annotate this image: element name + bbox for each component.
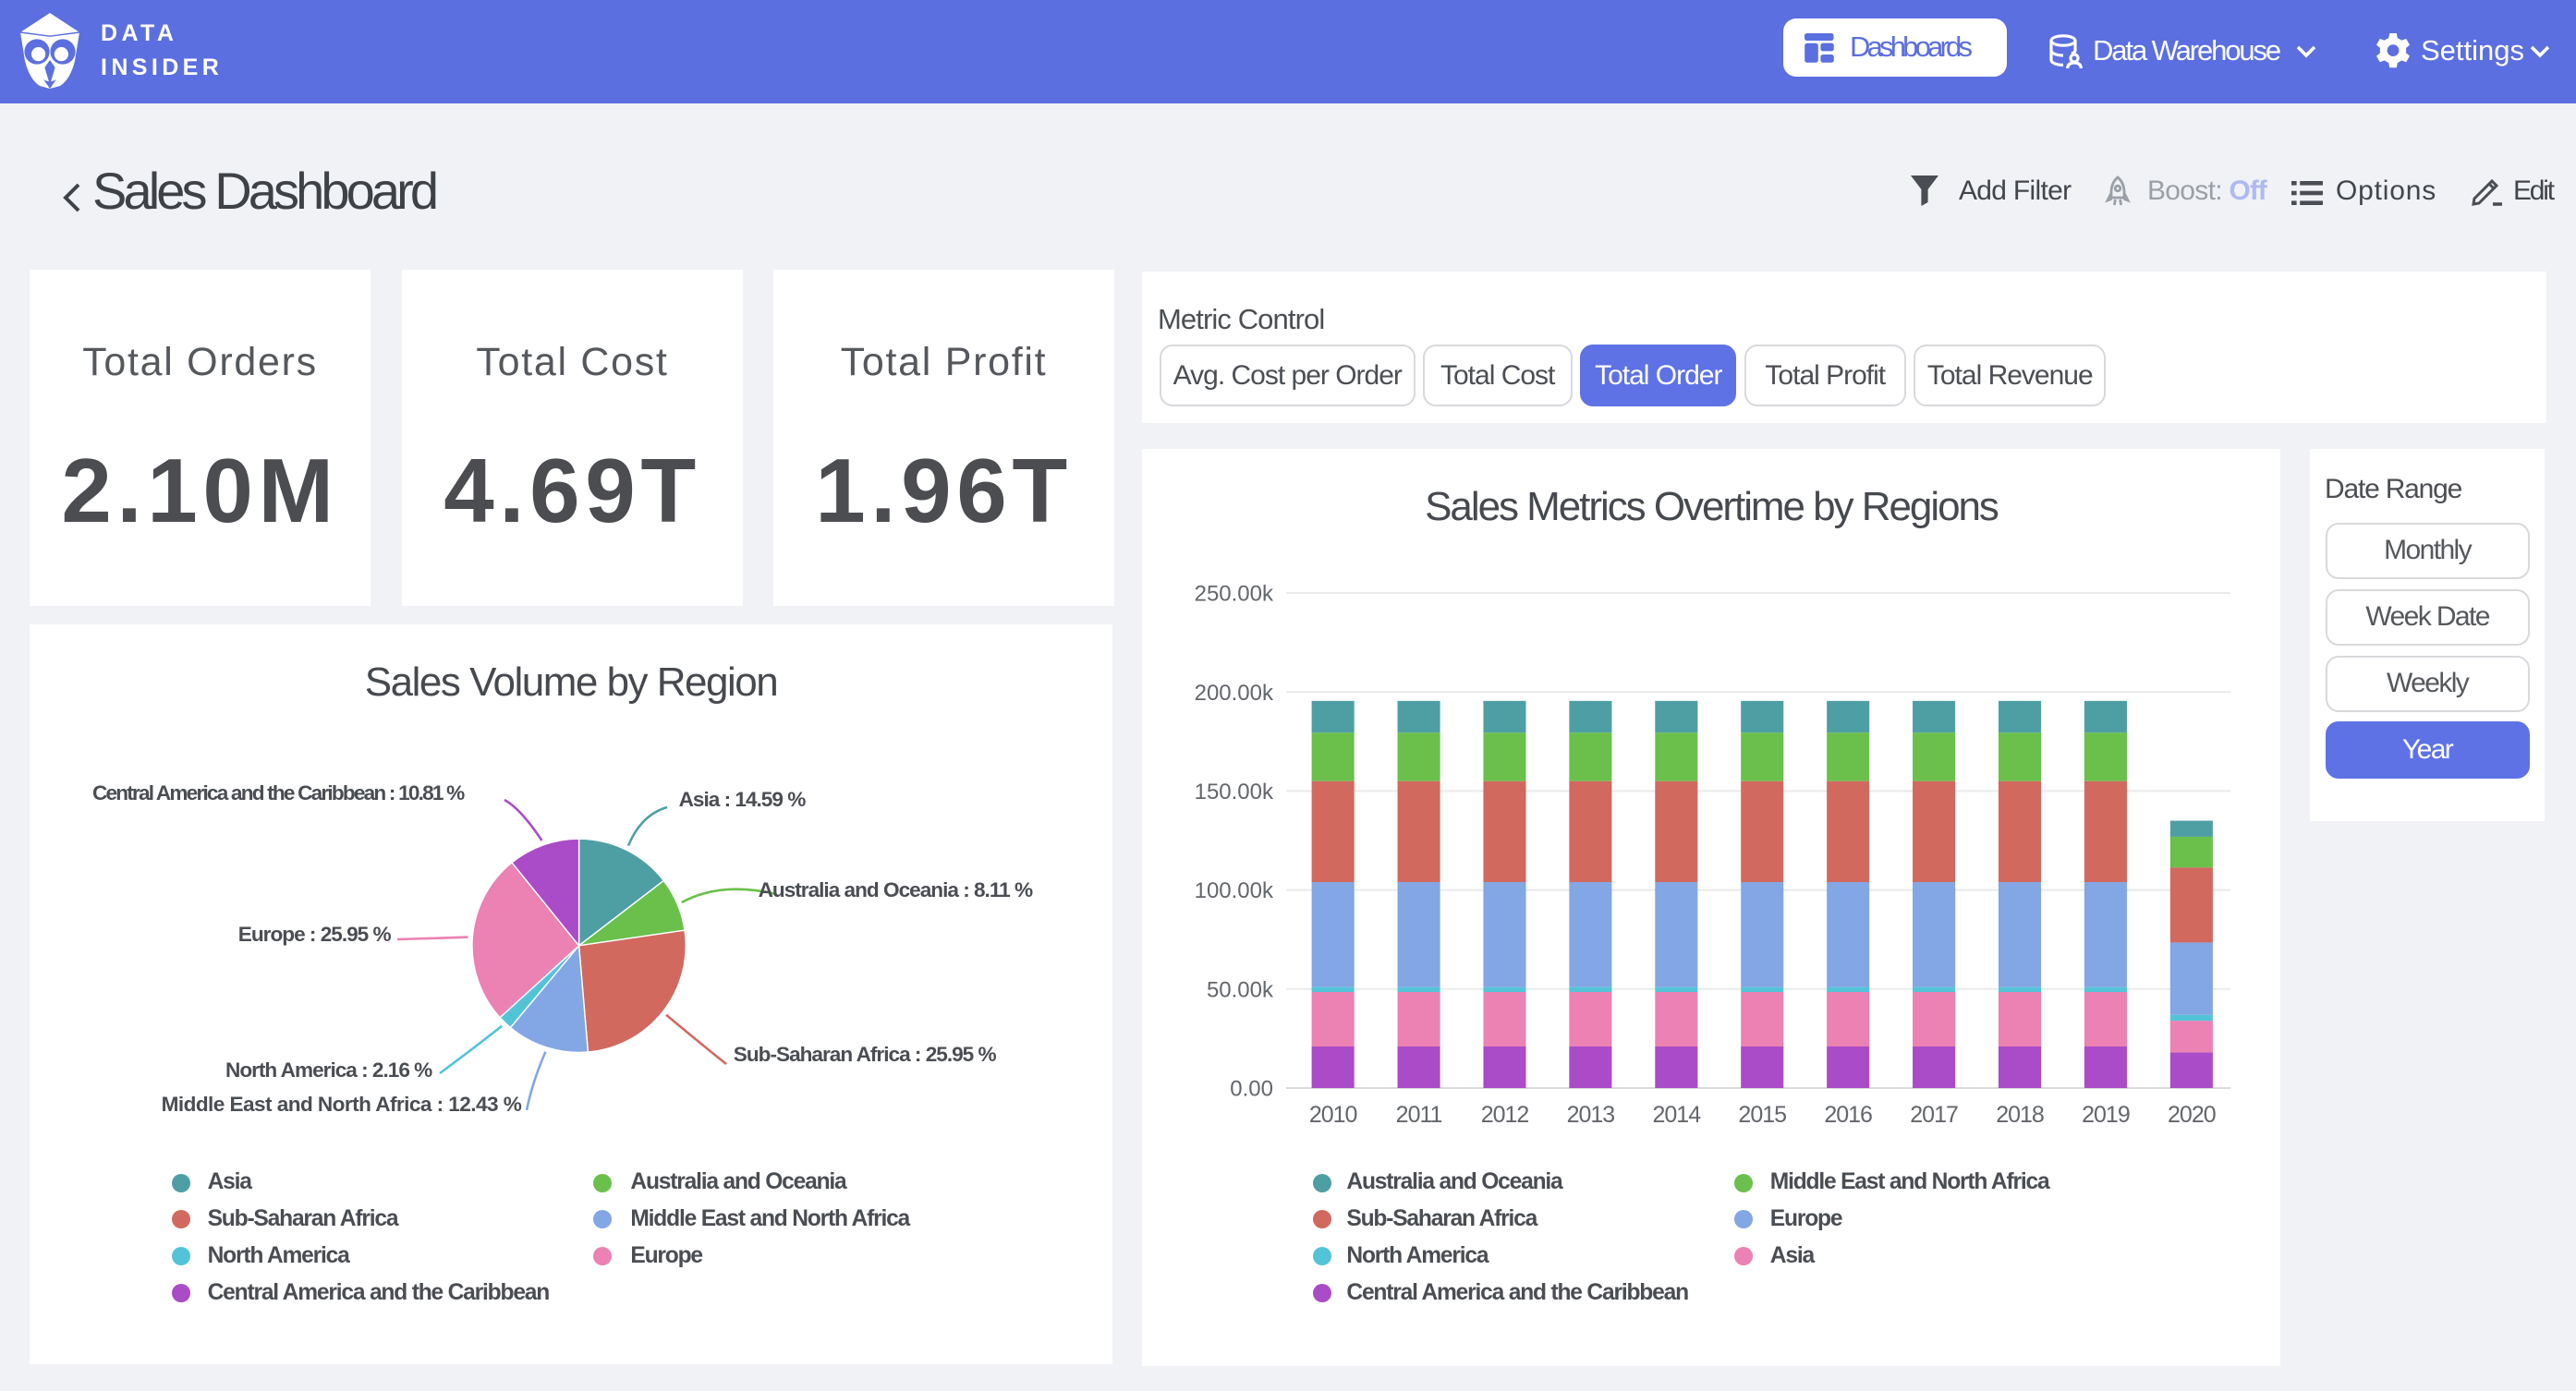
svg-text:2010: 2010 — [1309, 1102, 1357, 1128]
svg-text:2016: 2016 — [1824, 1102, 1872, 1128]
svg-text:2017: 2017 — [1910, 1102, 1958, 1128]
svg-text:2015: 2015 — [1738, 1102, 1786, 1128]
svg-text:2014: 2014 — [1653, 1102, 1702, 1128]
svg-text:2019: 2019 — [2082, 1102, 2130, 1128]
svg-text:2011: 2011 — [1396, 1102, 1442, 1128]
svg-text:2012: 2012 — [1481, 1102, 1529, 1128]
svg-text:150.00k: 150.00k — [1195, 780, 1274, 804]
svg-text:100.00k: 100.00k — [1195, 878, 1274, 903]
svg-text:0.00: 0.00 — [1230, 1077, 1273, 1102]
svg-text:2013: 2013 — [1567, 1102, 1615, 1128]
svg-text:250.00k: 250.00k — [1195, 582, 1274, 607]
svg-text:2020: 2020 — [2168, 1102, 2216, 1128]
svg-text:50.00k: 50.00k — [1207, 977, 1274, 1002]
svg-text:200.00k: 200.00k — [1195, 681, 1274, 706]
svg-text:2018: 2018 — [1996, 1102, 2044, 1128]
